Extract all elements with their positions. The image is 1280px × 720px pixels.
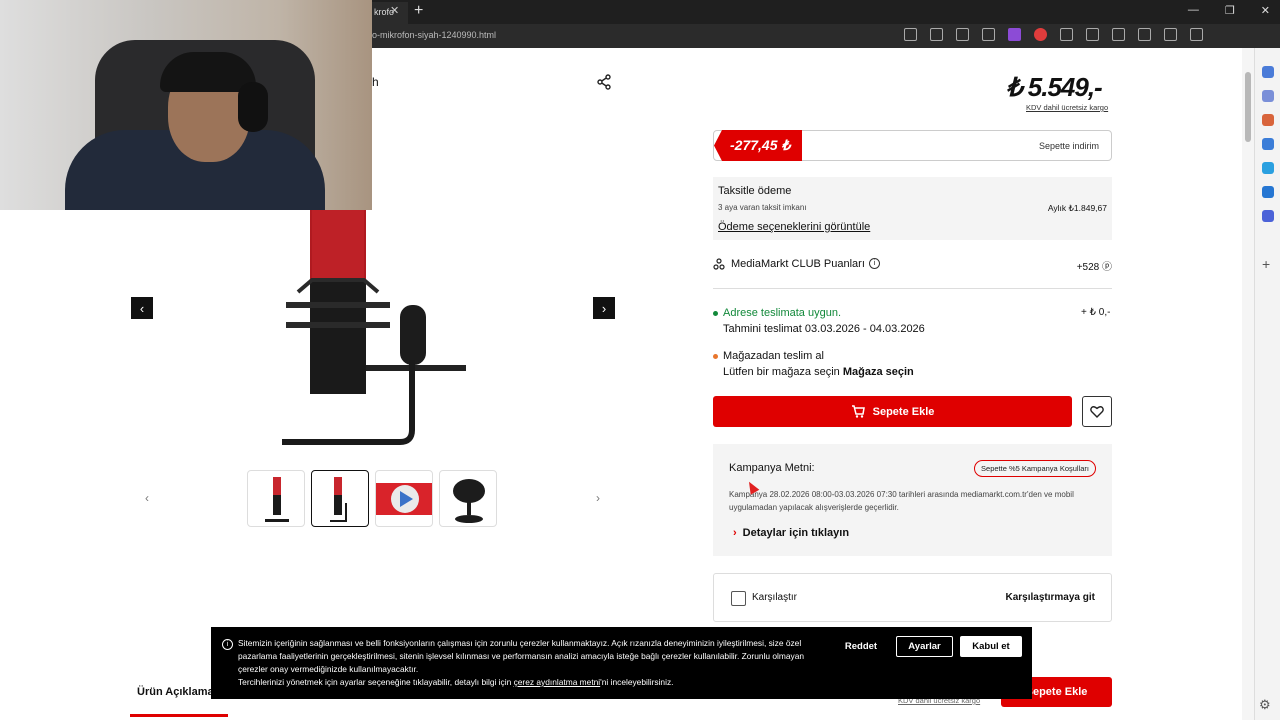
accept-cookies-button[interactable]: Kabul et <box>960 636 1022 657</box>
home-delivery-price: + ₺ 0,- <box>1081 307 1111 318</box>
refresh-icon[interactable] <box>1060 28 1073 41</box>
tab-product-description[interactable]: Ürün Açıklama <box>137 686 214 698</box>
installment-title: Taksitle ödeme <box>718 185 792 197</box>
add-to-cart-button[interactable]: Sepete Ekle <box>713 396 1072 427</box>
cart-discount-box: -277,45 ₺ Sepette indirim <box>713 130 1112 161</box>
home-delivery: Adrese teslimata uygun. Tahmini teslimat… <box>713 307 925 335</box>
cookie-line-1: Sitemizin içeriğinin sağlanması ve belli… <box>238 638 805 674</box>
select-store-link[interactable]: Mağaza seçin <box>843 366 914 378</box>
edge-sidebar: + <box>1254 48 1280 720</box>
office-icon[interactable] <box>1262 138 1274 150</box>
window-controls: — ❐ ✕ <box>1188 4 1270 17</box>
installment-subtitle: 3 aya varan taksit imkanı <box>718 203 807 212</box>
store-pickup-prompt: Lütfen bir mağaza seçin <box>723 366 840 378</box>
club-label: MediaMarkt CLUB Puanları <box>731 258 865 270</box>
thumbnail-4[interactable] <box>439 470 497 527</box>
chevron-right-icon: › <box>733 527 737 539</box>
new-tab-button[interactable]: + <box>414 2 423 20</box>
favorites-icon[interactable] <box>1112 28 1125 41</box>
cookie-banner: i Sitemizin içeriğinin sağlanması ve bel… <box>211 627 1032 699</box>
club-points-row: MediaMarkt CLUB Puanları i +528 ⓟ <box>713 257 1112 289</box>
toolbar-icons <box>904 28 1203 41</box>
discount-label: Sepette indirim <box>1038 141 1099 151</box>
browser-essentials-icon[interactable] <box>1164 28 1177 41</box>
campaign-title: Kampanya Metni: <box>729 462 815 474</box>
price-note[interactable]: KDV dahil ücretsiz kargo <box>1026 103 1108 112</box>
gallery-prev-button[interactable]: ‹ <box>131 297 153 319</box>
available-dot-icon <box>713 310 718 316</box>
maximize-button[interactable]: ❐ <box>1225 4 1235 17</box>
heart-icon <box>1090 406 1104 418</box>
club-points: +528 ⓟ <box>1076 262 1112 273</box>
campaign-text: Kampanya 28.02.2026 08:00-03.03.2026 07:… <box>729 490 1074 512</box>
profile-icon[interactable] <box>1190 28 1203 41</box>
gallery-next-button[interactable]: › <box>593 297 615 319</box>
thumbnail-video[interactable] <box>375 470 433 527</box>
club-icon <box>713 258 725 270</box>
thumbnail-2[interactable] <box>311 470 369 527</box>
installment-box: Taksitle ödeme 3 aya varan taksit imkanı… <box>713 177 1112 240</box>
collections-icon[interactable] <box>1138 28 1151 41</box>
cookie-line-2-post: 'ni inceleyebilirsiniz. <box>600 677 674 687</box>
tools-icon[interactable] <box>1262 114 1274 126</box>
store-pickup: Mağazadan teslim al Lütfen bir mağaza se… <box>713 350 914 378</box>
cart-icon <box>851 405 865 418</box>
compare-label: Karşılaştır <box>752 592 798 603</box>
cookie-line-2-pre: Tercihlerinizi yönetmek için ayarlar seç… <box>238 677 512 687</box>
discount-tag: -277,45 ₺ <box>714 130 802 161</box>
campaign-details-label: Detaylar için tıklayın <box>742 527 850 539</box>
favorite-star-icon[interactable] <box>982 28 995 41</box>
info-icon[interactable]: i <box>869 258 880 269</box>
campaign-details-link[interactable]: › Detaylar için tıklayın <box>733 527 849 539</box>
add-to-cart-label: Sepete Ekle <box>872 405 935 418</box>
reject-cookies-button[interactable]: Reddet <box>836 636 886 657</box>
add-sidebar-icon[interactable]: + <box>1262 257 1274 271</box>
scroll-thumb[interactable] <box>1245 72 1251 142</box>
gear-icon[interactable]: ⚙ <box>1259 697 1271 713</box>
payment-options-link[interactable]: Ödeme seçeneklerini görüntüle <box>718 221 870 233</box>
read-aloud-icon[interactable] <box>930 28 943 41</box>
pickup-dot-icon <box>713 353 718 359</box>
product-main-image[interactable] <box>272 210 472 446</box>
installment-monthly: Aylık ₺1.849,67 <box>1047 203 1107 213</box>
extension-icon[interactable] <box>1008 28 1021 41</box>
close-tab-icon[interactable]: ✕ <box>390 4 399 17</box>
copilot-icon[interactable] <box>1262 90 1274 102</box>
home-delivery-status: Adrese teslimata uygun. <box>723 307 842 319</box>
thumbnail-1[interactable] <box>247 470 305 527</box>
immersive-reader-icon[interactable] <box>956 28 969 41</box>
page-scrollbar[interactable] <box>1242 48 1254 720</box>
url-field[interactable]: o-mikrofon-siyah-1240990.html <box>372 30 496 40</box>
extension-red-icon[interactable] <box>1034 28 1047 41</box>
campaign-box: Kampanya Metni: Sepette %5 Kampanya Koşu… <box>713 444 1112 556</box>
store-pickup-title: Mağazadan teslim al <box>723 350 824 362</box>
home-delivery-estimate: Tahmini teslimat 03.03.2026 - 04.03.2026 <box>723 323 925 335</box>
webcam-headset <box>238 82 268 132</box>
info-icon: i <box>222 639 233 650</box>
apps-icon[interactable] <box>904 28 917 41</box>
send-icon[interactable] <box>1262 186 1274 198</box>
share-icon[interactable] <box>596 74 612 90</box>
close-window-button[interactable]: ✕ <box>1261 4 1270 17</box>
thumb-prev-button[interactable]: ‹ <box>138 489 156 507</box>
outlook-icon[interactable] <box>1262 162 1274 174</box>
webcam-overlay <box>0 0 372 210</box>
split-screen-icon[interactable] <box>1086 28 1099 41</box>
compare-box: Karşılaştır Karşılaştırmaya git <box>713 573 1112 622</box>
campaign-conditions-badge[interactable]: Sepette %5 Kampanya Koşulları <box>974 460 1096 477</box>
search-sidebar-icon[interactable] <box>1262 66 1274 78</box>
cookie-text: Sitemizin içeriğinin sağlanması ve belli… <box>238 637 823 689</box>
designer-icon[interactable] <box>1262 210 1274 222</box>
compare-checkbox[interactable] <box>731 591 746 606</box>
thumb-next-button[interactable]: › <box>589 489 607 507</box>
minimize-button[interactable]: — <box>1188 4 1199 17</box>
cookie-settings-button[interactable]: Ayarlar <box>896 636 953 657</box>
cookie-policy-link[interactable]: çerez aydınlatma metni <box>514 677 601 687</box>
go-to-compare-link[interactable]: Karşılaştırmaya git <box>1006 592 1096 603</box>
product-title-fragment: h <box>372 75 379 89</box>
wishlist-button[interactable] <box>1082 396 1112 427</box>
active-tab-underline <box>130 714 228 717</box>
product-price: ₺ 5.549,- <box>1006 72 1103 102</box>
